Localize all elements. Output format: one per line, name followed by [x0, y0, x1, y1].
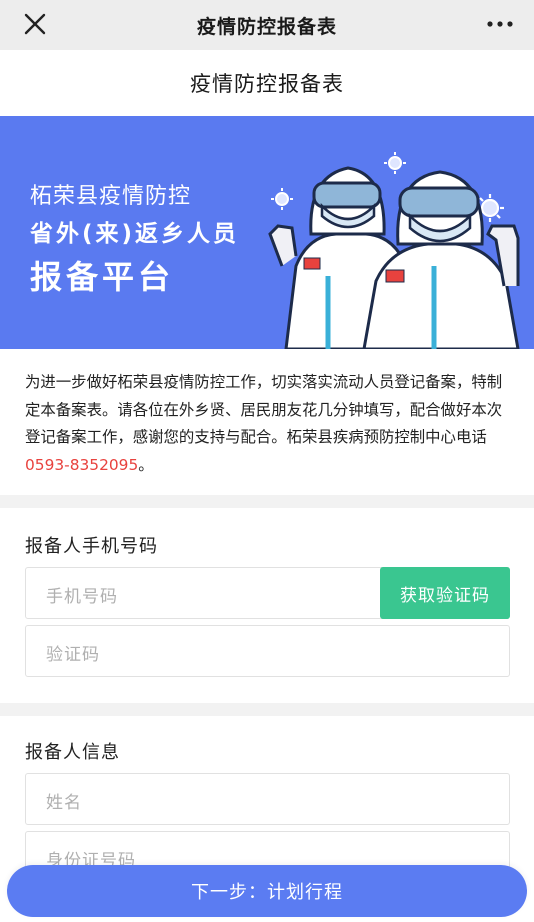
verification-code-input[interactable]: 验证码 [25, 625, 510, 677]
phone-input[interactable]: 手机号码 获取验证码 [25, 567, 510, 619]
hotline-phone-link[interactable]: 0593-8352095 [25, 456, 138, 474]
virus-icon [384, 152, 406, 174]
name-input[interactable]: 姓名 [25, 773, 510, 825]
banner-line-2: 省外(来)返乡人员 [30, 221, 240, 247]
window-title: 疫情防控报备表 [196, 15, 337, 38]
banner-line-3: 报备平台 [30, 258, 175, 296]
more-icon[interactable] [486, 14, 514, 34]
banner-line-1: 柘荣县疫情防控 [30, 184, 192, 209]
banner: 柘荣县疫情防控 省外(来)返乡人员 报备平台 [0, 116, 534, 349]
phone-section-title: 报备人手机号码 [25, 536, 158, 557]
virus-icon [271, 188, 293, 210]
page-heading-bar: 疫情防控报备表 [0, 50, 534, 116]
intro-text: 为进一步做好柘荣县疫情防控工作，切实落实流动人员登记备案，特制定本备案表。请各位… [0, 349, 534, 495]
info-section-title: 报备人信息 [25, 742, 120, 763]
code-placeholder: 验证码 [46, 645, 100, 665]
intro-tail: 。 [138, 455, 154, 474]
medical-workers-illustration [268, 152, 520, 349]
top-bar: 疫情防控报备表 [0, 0, 534, 50]
page-title: 疫情防控报备表 [190, 72, 344, 96]
intro-body: 为进一步做好柘荣县疫情防控工作，切实落实流动人员登记备案，特制定本备案表。请各位… [25, 373, 503, 446]
get-code-button[interactable]: 获取验证码 [380, 567, 510, 619]
next-step-button[interactable]: 下一步：计划行程 [7, 865, 527, 917]
phone-section: 报备人手机号码 手机号码 获取验证码 验证码 [0, 508, 534, 703]
name-placeholder: 姓名 [46, 793, 82, 813]
phone-placeholder: 手机号码 [46, 587, 118, 607]
close-icon[interactable] [22, 11, 48, 37]
